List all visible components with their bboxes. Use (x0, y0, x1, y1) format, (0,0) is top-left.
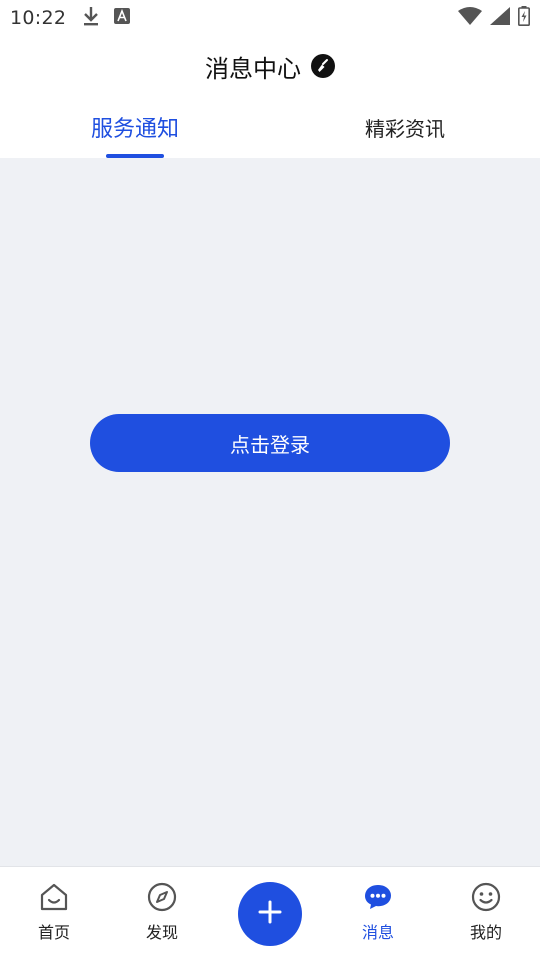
status-time: 10:22 (10, 7, 67, 29)
home-icon (38, 881, 70, 913)
content-area: 点击登录 (0, 158, 540, 866)
broom-clean-icon[interactable] (311, 54, 335, 78)
download-icon (82, 6, 100, 30)
nav-label: 发现 (145, 923, 178, 942)
tab-bar: 服务通知 精彩资讯 (0, 96, 540, 158)
nav-item-discover[interactable]: 发现 (108, 867, 216, 960)
nav-item-mine[interactable]: 我的 (432, 867, 540, 960)
create-button[interactable] (238, 882, 302, 946)
tab-service-notice[interactable]: 服务通知 (0, 96, 270, 158)
header: 消息中心 (0, 36, 540, 96)
chat-bubble-icon (362, 881, 394, 913)
bottom-nav: 首页 发现 消息 我的 (0, 866, 540, 960)
nav-item-home[interactable]: 首页 (0, 867, 108, 960)
a-notification-icon (114, 8, 131, 28)
status-notification-icons (82, 6, 131, 30)
status-bar: 10:22 (0, 0, 540, 36)
login-button[interactable]: 点击登录 (90, 414, 450, 472)
smiley-face-icon (470, 881, 502, 913)
nav-item-messages[interactable]: 消息 (324, 867, 432, 960)
status-system-icons (458, 6, 530, 30)
cellular-signal-icon (490, 7, 510, 29)
nav-label: 首页 (37, 923, 70, 942)
plus-icon (258, 900, 282, 928)
nav-label: 我的 (469, 923, 502, 942)
nav-label: 消息 (361, 923, 394, 942)
battery-icon (518, 6, 530, 30)
page-title: 消息中心 (205, 54, 301, 83)
nav-item-create (216, 867, 324, 960)
tab-featured-news[interactable]: 精彩资讯 (270, 96, 540, 158)
wifi-icon (458, 7, 482, 29)
compass-icon (146, 881, 178, 913)
